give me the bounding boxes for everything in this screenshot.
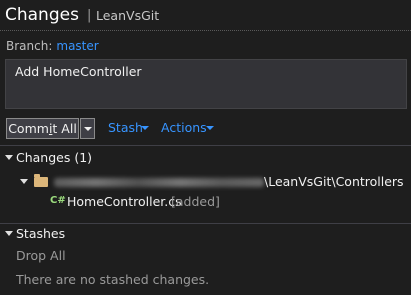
actions-menu-button[interactable]: Actions bbox=[161, 120, 214, 136]
branch-link[interactable]: master bbox=[56, 39, 98, 53]
commit-all-button[interactable]: Commit All bbox=[6, 118, 79, 139]
folder-icon bbox=[34, 174, 48, 187]
expand-triangle-icon bbox=[5, 155, 13, 160]
drop-all-link[interactable]: Drop All bbox=[16, 248, 66, 264]
title-separator: | bbox=[87, 8, 92, 23]
changes-section-header[interactable]: Changes (1) bbox=[0, 150, 411, 166]
stash-menu-button[interactable]: Stash bbox=[108, 120, 149, 136]
stashes-section-header[interactable]: Stashes bbox=[0, 226, 411, 242]
chevron-down-icon bbox=[84, 127, 92, 131]
stashes-section-label: Stashes bbox=[16, 226, 66, 241]
file-name: HomeController.cs bbox=[67, 194, 182, 209]
csharp-file-icon: C# bbox=[50, 195, 66, 206]
divider bbox=[0, 223, 411, 224]
commit-label-end: t All bbox=[52, 121, 77, 136]
folder-path: \LeanVsGit\Controllers bbox=[264, 174, 404, 189]
commit-dropdown-button[interactable] bbox=[80, 118, 95, 139]
git-changes-panel: Changes | LeanVsGit Branch: master Add Ho… bbox=[0, 0, 411, 295]
chevron-down-icon bbox=[141, 126, 149, 130]
commit-message-input[interactable]: Add HomeController bbox=[5, 59, 407, 109]
expand-triangle-icon bbox=[5, 231, 13, 236]
empty-stash-message: There are no stashed changes. bbox=[16, 272, 210, 287]
actions-label: Actions bbox=[161, 120, 207, 135]
redacted-path bbox=[54, 178, 264, 187]
stash-label: Stash bbox=[108, 120, 143, 135]
branch-label: Branch: bbox=[6, 39, 53, 53]
repository-name: LeanVsGit bbox=[96, 8, 160, 23]
page-title: Changes bbox=[5, 5, 79, 25]
expand-triangle-icon bbox=[20, 179, 28, 184]
file-status: [added] bbox=[171, 194, 220, 209]
panel-header: Changes | LeanVsGit bbox=[0, 0, 411, 31]
branch-row: Branch: master bbox=[6, 39, 99, 53]
divider bbox=[0, 145, 411, 146]
commit-label-start: Comm bbox=[8, 121, 49, 136]
chevron-down-icon bbox=[206, 126, 214, 130]
folder-tree-node[interactable]: \LeanVsGit\Controllers bbox=[18, 174, 408, 190]
changes-section-label: Changes (1) bbox=[16, 150, 93, 165]
